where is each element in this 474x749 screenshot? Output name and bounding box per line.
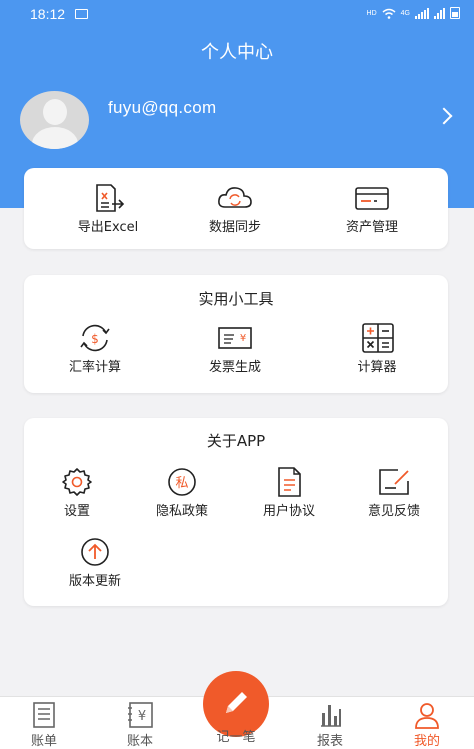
- privacy-policy-label: 隐私政策: [155, 504, 208, 519]
- upload-arrow-icon: [81, 538, 109, 566]
- svg-text:¥: ¥: [138, 709, 146, 724]
- status-time: 18:12: [30, 6, 66, 22]
- signal-icon: [415, 7, 429, 19]
- tab-ledger[interactable]: ¥ 账本: [105, 701, 175, 749]
- excel-export-icon: [96, 184, 125, 212]
- pencil-icon: [226, 692, 247, 713]
- bill-icon: [33, 702, 55, 728]
- tools-title: 实用小工具: [198, 290, 274, 308]
- invoice-label: 发票生成: [208, 360, 261, 375]
- privacy-glyph: 私: [175, 476, 188, 491]
- feedback-label: 意见反馈: [367, 504, 420, 519]
- quick-actions-card: 导出Excel 数据同步 资产管理: [24, 168, 448, 249]
- export-excel-button[interactable]: 导出Excel: [58, 182, 158, 235]
- version-update-button[interactable]: 版本更新: [45, 536, 145, 589]
- exchange-rate-label: 汇率计算: [68, 360, 121, 375]
- chevron-right-icon: [435, 107, 453, 125]
- user-agreement-label: 用户协议: [262, 504, 315, 519]
- tab-mine-label: 我的: [413, 734, 440, 749]
- card-icon: [355, 187, 389, 210]
- exchange-rate-button[interactable]: $ 汇率计算: [45, 322, 145, 375]
- feedback-button[interactable]: 意见反馈: [344, 466, 444, 519]
- asset-management-button[interactable]: 资产管理: [322, 182, 422, 235]
- gear-icon: [62, 468, 92, 496]
- version-update-label: 版本更新: [68, 574, 121, 589]
- invoice-button[interactable]: ¥ 发票生成: [185, 322, 285, 375]
- cloud-sync-icon: [218, 187, 252, 208]
- calculator-label: 计算器: [357, 360, 397, 375]
- status-bar: 18:12 HD 4G: [0, 0, 474, 28]
- feedback-icon: [379, 469, 409, 495]
- tab-reports[interactable]: 报表: [295, 701, 365, 749]
- person-icon: [415, 703, 439, 729]
- image-notification-icon: [75, 9, 88, 19]
- tab-bill-label: 账单: [30, 734, 57, 749]
- bar-chart-icon: [321, 705, 341, 727]
- user-email: fuyu@qq.com: [108, 98, 217, 117]
- signal-icon-2: [434, 7, 445, 19]
- battery-icon: [450, 7, 460, 19]
- tab-bill[interactable]: 账单: [9, 701, 79, 749]
- user-profile-row[interactable]: fuyu@qq.com: [0, 86, 474, 156]
- export-excel-label: 导出Excel: [77, 220, 139, 235]
- document-icon: [278, 467, 301, 497]
- settings-button[interactable]: 设置: [27, 466, 127, 519]
- privacy-icon: 私: [168, 468, 196, 496]
- privacy-policy-button[interactable]: 私 隐私政策: [132, 466, 232, 519]
- exchange-rate-icon: $: [80, 324, 110, 352]
- about-title: 关于APP: [206, 432, 266, 450]
- hd-label: HD: [366, 9, 377, 17]
- user-agreement-button[interactable]: 用户协议: [239, 466, 339, 519]
- tab-mine[interactable]: 我的: [392, 701, 462, 749]
- svg-text:¥: ¥: [240, 333, 246, 344]
- invoice-icon: ¥: [218, 327, 252, 349]
- avatar[interactable]: [20, 91, 89, 149]
- data-sync-label: 数据同步: [208, 220, 261, 235]
- wifi-icon: [382, 8, 396, 19]
- settings-label: 设置: [63, 504, 90, 519]
- calculator-icon: [362, 323, 394, 353]
- svg-text:$: $: [91, 332, 99, 346]
- tools-card: 实用小工具 $ 汇率计算 ¥ 发票生成 计算器: [24, 275, 448, 393]
- about-card: 关于APP 设置 私 隐私政策 用户协议 意见反馈 版本更新: [24, 418, 448, 606]
- asset-management-label: 资产管理: [345, 220, 398, 235]
- calculator-button[interactable]: 计算器: [327, 322, 427, 375]
- add-record-label: 记一笔: [216, 730, 256, 745]
- ledger-icon: ¥: [128, 702, 153, 728]
- page-title: 个人中心: [201, 42, 273, 63]
- cell-label: 4G: [400, 9, 410, 17]
- tab-ledger-label: 账本: [126, 734, 153, 749]
- data-sync-button[interactable]: 数据同步: [185, 182, 285, 235]
- tab-reports-label: 报表: [316, 734, 343, 749]
